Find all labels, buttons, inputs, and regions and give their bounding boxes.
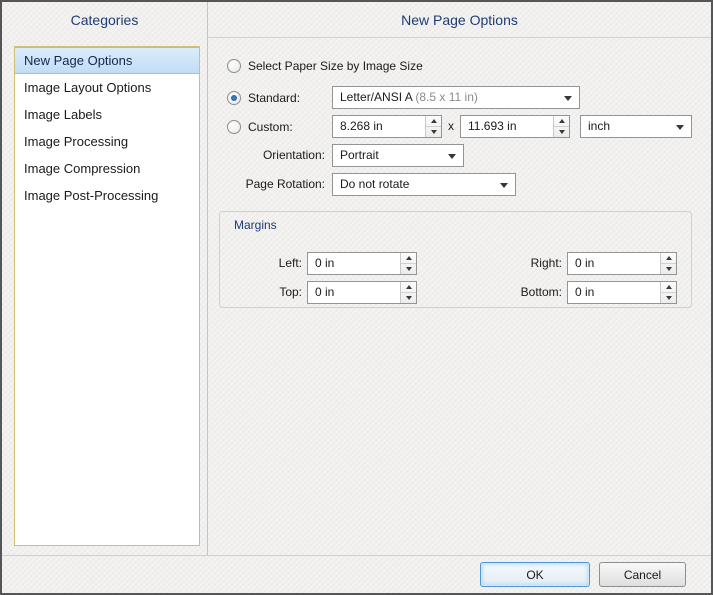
spin-down-icon[interactable] — [661, 264, 676, 275]
standard-size-option[interactable]: Standard: — [227, 90, 300, 106]
custom-width-spinner[interactable]: 8.268 in — [332, 115, 442, 138]
margins-title: Margins — [234, 218, 277, 232]
cancel-button[interactable]: Cancel — [599, 562, 686, 587]
page-rotation-label: Page Rotation: — [208, 173, 325, 196]
standard-size-select[interactable]: Letter/ANSI A (8.5 x 11 in) — [332, 86, 580, 109]
page-rotation-value: Do not rotate — [340, 177, 409, 191]
spinner-buttons — [660, 282, 676, 303]
radio-unchecked-icon[interactable] — [227, 120, 241, 134]
right-margin-spinner[interactable]: 0 in — [567, 252, 677, 275]
right-margin-value[interactable]: 0 in — [575, 253, 658, 274]
page-title: New Page Options — [208, 2, 711, 38]
chevron-down-icon[interactable] — [448, 154, 456, 159]
chevron-down-icon[interactable] — [676, 125, 684, 130]
page-rotation-select[interactable]: Do not rotate — [332, 173, 516, 196]
chevron-down-icon[interactable] — [564, 96, 572, 101]
standard-size-detail: (8.5 x 11 in) — [415, 90, 477, 104]
spinner-buttons — [425, 116, 441, 137]
sidebar-item-image-compression[interactable]: Image Compression — [15, 155, 199, 182]
spin-up-icon[interactable] — [661, 282, 676, 293]
spinner-buttons — [400, 282, 416, 303]
margins-group: Margins Left: 0 in Right: 0 in — [219, 211, 692, 308]
paper-size-by-image-label: Select Paper Size by Image Size — [248, 59, 423, 73]
custom-height-spinner[interactable]: 11.693 in — [460, 115, 570, 138]
categories-title: Categories — [2, 2, 207, 38]
sidebar-item-image-post-processing[interactable]: Image Post-Processing — [15, 182, 199, 209]
orientation-select[interactable]: Portrait — [332, 144, 464, 167]
dimension-separator: x — [444, 115, 458, 138]
custom-height-value[interactable]: 11.693 in — [468, 116, 551, 137]
orientation-label: Orientation: — [208, 144, 325, 167]
sidebar-item-new-page-options[interactable]: New Page Options — [15, 47, 199, 74]
top-margin-value[interactable]: 0 in — [315, 282, 398, 303]
spin-up-icon[interactable] — [401, 282, 416, 293]
main-panel: New Page Options Select Paper Size by Im… — [208, 2, 711, 555]
dialog-footer: OK Cancel — [2, 555, 711, 593]
main-content: Select Paper Size by Image Size Standard… — [208, 39, 711, 555]
radio-unchecked-icon[interactable] — [227, 59, 241, 73]
categories-list: New Page Options Image Layout Options Im… — [14, 46, 200, 546]
left-margin-spinner[interactable]: 0 in — [307, 252, 417, 275]
spinner-buttons — [400, 253, 416, 274]
spin-down-icon[interactable] — [661, 293, 676, 304]
spin-up-icon[interactable] — [554, 116, 569, 127]
sidebar-item-image-layout-options[interactable]: Image Layout Options — [15, 74, 199, 101]
custom-label: Custom: — [248, 120, 293, 134]
spin-down-icon[interactable] — [554, 127, 569, 138]
orientation-value: Portrait — [340, 148, 379, 162]
ok-button[interactable]: OK — [480, 562, 590, 587]
left-margin-label: Left: — [226, 252, 302, 275]
spin-down-icon[interactable] — [401, 293, 416, 304]
radio-checked-icon[interactable] — [227, 91, 241, 105]
bottom-margin-spinner[interactable]: 0 in — [567, 281, 677, 304]
spin-up-icon[interactable] — [426, 116, 441, 127]
bottom-margin-label: Bottom: — [486, 281, 562, 304]
top-margin-label: Top: — [226, 281, 302, 304]
left-margin-value[interactable]: 0 in — [315, 253, 398, 274]
right-margin-label: Right: — [486, 252, 562, 275]
spin-down-icon[interactable] — [426, 127, 441, 138]
custom-width-value[interactable]: 8.268 in — [340, 116, 423, 137]
sidebar-item-image-processing[interactable]: Image Processing — [15, 128, 199, 155]
unit-select[interactable]: inch — [580, 115, 692, 138]
bottom-margin-value[interactable]: 0 in — [575, 282, 658, 303]
spin-up-icon[interactable] — [401, 253, 416, 264]
standard-label: Standard: — [248, 91, 300, 105]
chevron-down-icon[interactable] — [500, 183, 508, 188]
new-page-options-dialog: Categories New Page Options Image Layout… — [0, 0, 713, 595]
spinner-buttons — [660, 253, 676, 274]
sidebar-item-image-labels[interactable]: Image Labels — [15, 101, 199, 128]
spinner-buttons — [553, 116, 569, 137]
paper-size-by-image-option[interactable]: Select Paper Size by Image Size — [227, 58, 423, 74]
standard-size-value: Letter/ANSI A — [340, 90, 412, 104]
unit-value: inch — [588, 119, 610, 133]
spin-up-icon[interactable] — [661, 253, 676, 264]
top-margin-spinner[interactable]: 0 in — [307, 281, 417, 304]
custom-size-option[interactable]: Custom: — [227, 119, 293, 135]
categories-panel: Categories New Page Options Image Layout… — [2, 2, 208, 555]
spin-down-icon[interactable] — [401, 264, 416, 275]
